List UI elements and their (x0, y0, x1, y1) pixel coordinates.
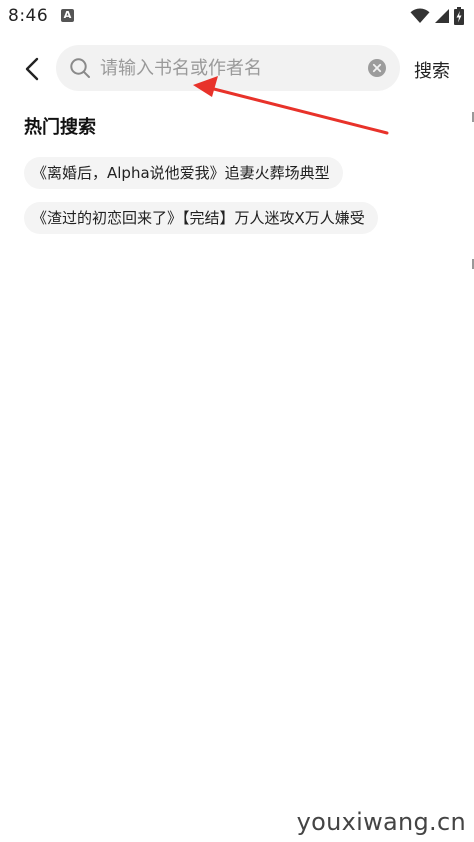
signal-icon (435, 9, 449, 23)
status-icons (410, 6, 464, 26)
search-icon (70, 58, 90, 78)
search-box[interactable] (56, 45, 400, 91)
hot-search-list: 《离婚后，Alpha说他爱我》追妻火葬场典型 《渣过的初恋回来了》【完结】万人迷… (24, 157, 464, 247)
watermark: youxiwang.cn (296, 808, 466, 836)
chevron-left-icon (25, 57, 39, 81)
hot-search-title: 热门搜索 (24, 117, 96, 138)
clear-circle-icon[interactable] (368, 59, 386, 77)
status-bar: 8:46 A (0, 0, 474, 34)
status-time: 8:46 (8, 6, 49, 26)
back-button[interactable] (18, 54, 46, 84)
search-input[interactable] (100, 45, 360, 91)
search-button[interactable]: 搜索 (414, 57, 450, 83)
hot-search-item[interactable]: 《离婚后，Alpha说他爱我》追妻火葬场典型 (24, 157, 343, 189)
a-app-icon: A (61, 9, 74, 22)
search-screen: 8:46 A 请输入书名或作者名 搜索 热门搜索 《离婚后，Alpha说他爱我》… (0, 0, 474, 842)
hot-search-item[interactable]: 《渣过的初恋回来了》【完结】万人迷攻X万人嫌受 (24, 202, 378, 234)
wifi-icon (410, 8, 430, 23)
battery-charging-icon (454, 7, 464, 25)
